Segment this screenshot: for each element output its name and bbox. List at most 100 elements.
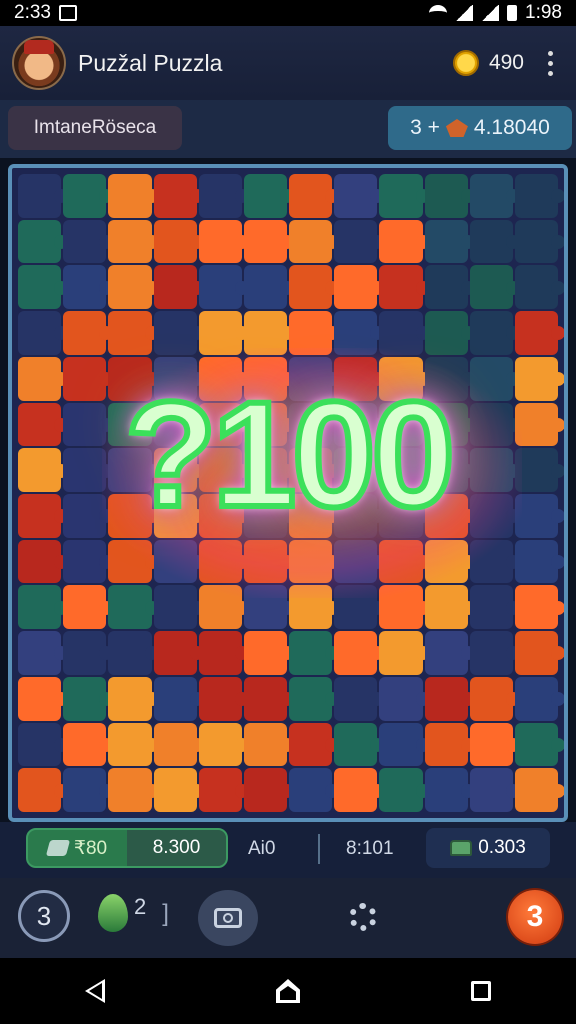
overflow-menu-icon[interactable] (546, 50, 554, 76)
puzzle-piece[interactable] (108, 539, 159, 584)
puzzle-piece[interactable] (153, 219, 204, 264)
puzzle-piece[interactable] (334, 265, 385, 310)
puzzle-piece[interactable] (514, 174, 564, 218)
puzzle-piece[interactable] (18, 722, 69, 767)
puzzle-piece[interactable] (153, 174, 204, 218)
puzzle-piece[interactable] (379, 265, 430, 310)
puzzle-piece[interactable] (18, 631, 69, 675)
puzzle-piece[interactable] (289, 539, 340, 584)
puzzle-piece[interactable] (424, 585, 475, 630)
puzzle-piece[interactable] (198, 265, 250, 310)
gem-stat[interactable]: ₹80 8.300 (26, 828, 228, 868)
puzzle-piece[interactable] (424, 722, 475, 767)
chest-stat[interactable]: 0.303 (426, 828, 550, 868)
puzzle-board[interactable]: ?100 (8, 164, 568, 822)
puzzle-piece[interactable] (108, 311, 159, 355)
lives-button[interactable]: 3 (508, 890, 562, 944)
settings-button[interactable] (338, 892, 388, 942)
puzzle-piece[interactable] (514, 768, 564, 812)
puzzle-piece[interactable] (153, 768, 204, 812)
puzzle-piece[interactable] (63, 585, 114, 630)
puzzle-piece[interactable] (18, 676, 69, 721)
avatar[interactable] (12, 36, 66, 90)
puzzle-piece[interactable] (379, 311, 430, 355)
puzzle-piece[interactable] (514, 265, 564, 310)
puzzle-piece[interactable] (198, 676, 250, 721)
score-badge[interactable]: 3 + 4.18040 (388, 106, 572, 150)
puzzle-piece[interactable] (469, 539, 521, 584)
puzzle-piece[interactable] (424, 311, 475, 355)
puzzle-piece[interactable] (153, 265, 204, 310)
nav-recents-icon[interactable] (471, 981, 492, 1001)
puzzle-piece[interactable] (63, 539, 114, 584)
puzzle-piece[interactable] (469, 265, 521, 310)
puzzle-piece[interactable] (469, 768, 521, 812)
puzzle-piece[interactable] (289, 722, 340, 767)
puzzle-piece[interactable] (243, 631, 295, 675)
puzzle-piece[interactable] (379, 676, 430, 721)
puzzle-piece[interactable] (289, 219, 340, 264)
puzzle-piece[interactable] (334, 219, 385, 264)
puzzle-piece[interactable] (379, 722, 430, 767)
puzzle-piece[interactable] (198, 539, 250, 584)
puzzle-piece[interactable] (153, 539, 204, 584)
puzzle-piece[interactable] (379, 585, 430, 630)
puzzle-piece[interactable] (379, 539, 430, 584)
puzzle-piece[interactable] (334, 722, 385, 767)
puzzle-piece[interactable] (289, 631, 340, 675)
puzzle-piece[interactable] (514, 311, 564, 355)
puzzle-piece[interactable] (243, 311, 295, 355)
puzzle-piece[interactable] (243, 174, 295, 218)
puzzle-piece[interactable] (379, 631, 430, 675)
puzzle-piece[interactable] (63, 676, 114, 721)
puzzle-piece[interactable] (153, 722, 204, 767)
puzzle-piece[interactable] (514, 585, 564, 630)
puzzle-piece[interactable] (514, 676, 564, 721)
hint-button[interactable]: 2 ] (98, 894, 169, 932)
puzzle-piece[interactable] (153, 311, 204, 355)
puzzle-piece[interactable] (198, 585, 250, 630)
puzzle-piece[interactable] (514, 722, 564, 767)
puzzle-piece[interactable] (63, 265, 114, 310)
puzzle-piece[interactable] (514, 631, 564, 675)
puzzle-piece[interactable] (469, 631, 521, 675)
puzzle-piece[interactable] (289, 311, 340, 355)
puzzle-piece[interactable] (334, 676, 385, 721)
puzzle-piece[interactable] (108, 219, 159, 264)
puzzle-piece[interactable] (243, 265, 295, 310)
puzzle-piece[interactable] (243, 676, 295, 721)
puzzle-piece[interactable] (243, 539, 295, 584)
puzzle-piece[interactable] (198, 219, 250, 264)
puzzle-piece[interactable] (63, 311, 114, 355)
puzzle-piece[interactable] (334, 174, 385, 218)
puzzle-piece[interactable] (424, 265, 475, 310)
puzzle-piece[interactable] (469, 219, 521, 264)
puzzle-piece[interactable] (289, 768, 340, 812)
puzzle-piece[interactable] (334, 539, 385, 584)
puzzle-piece[interactable] (63, 174, 114, 218)
puzzle-piece[interactable] (153, 631, 204, 675)
puzzle-piece[interactable] (63, 768, 114, 812)
puzzle-piece[interactable] (469, 722, 521, 767)
puzzle-piece[interactable] (379, 768, 430, 812)
puzzle-piece[interactable] (198, 631, 250, 675)
puzzle-piece[interactable] (334, 768, 385, 812)
undo-button[interactable]: 3 (18, 890, 70, 942)
puzzle-piece[interactable] (424, 219, 475, 264)
puzzle-piece[interactable] (108, 676, 159, 721)
puzzle-piece[interactable] (18, 265, 69, 310)
puzzle-piece[interactable] (18, 768, 69, 812)
puzzle-piece[interactable] (469, 174, 521, 218)
mode-badge[interactable]: ImtaneRöseca (8, 106, 182, 150)
puzzle-piece[interactable] (153, 585, 204, 630)
puzzle-piece[interactable] (18, 585, 69, 630)
puzzle-piece[interactable] (198, 174, 250, 218)
puzzle-piece[interactable] (379, 174, 430, 218)
puzzle-piece[interactable] (514, 219, 564, 264)
puzzle-piece[interactable] (424, 174, 475, 218)
puzzle-piece[interactable] (289, 265, 340, 310)
nav-back-icon[interactable] (84, 979, 105, 1003)
puzzle-piece[interactable] (514, 539, 564, 584)
puzzle-piece[interactable] (18, 539, 69, 584)
puzzle-piece[interactable] (198, 722, 250, 767)
